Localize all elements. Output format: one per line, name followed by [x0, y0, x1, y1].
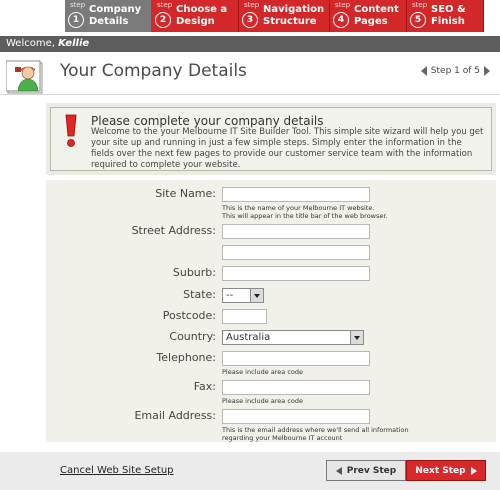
welcome-prefix: Welcome,: [6, 38, 59, 49]
step-number: 5: [410, 12, 426, 28]
country-select[interactable]: Australia: [222, 330, 364, 345]
header-divider: [0, 94, 500, 95]
step-word: step: [335, 1, 351, 9]
country-label: Country:: [169, 330, 216, 343]
email-hint-2: regarding your Melbourne IT account: [222, 434, 343, 442]
step-word: step: [157, 1, 173, 9]
company-details-form: Site Name: This is the name of your Melb…: [46, 180, 496, 442]
left-triangle-icon[interactable]: [420, 66, 427, 76]
step-number: 4: [333, 12, 349, 28]
step-tab-company-details[interactable]: step 1 Company Details: [65, 0, 152, 32]
step-number: 1: [68, 12, 84, 28]
telephone-label: Telephone:: [156, 351, 216, 364]
wizard-footer: Cancel Web Site Setup Prev Step Next Ste…: [0, 452, 500, 490]
info-notice: Please complete your company details Wel…: [46, 103, 496, 175]
state-select[interactable]: --: [222, 288, 264, 303]
site-name-label: Site Name:: [155, 187, 216, 200]
suburb-input[interactable]: [222, 266, 370, 281]
prev-step-button[interactable]: Prev Step: [326, 460, 406, 481]
step-word: step: [70, 1, 86, 9]
street-address-input-2[interactable]: [222, 245, 370, 260]
user-avatar-icon: [5, 59, 50, 95]
step-label: Content Pages: [354, 4, 399, 27]
chevron-down-icon[interactable]: [250, 289, 263, 302]
site-name-hint-1: This is the name of your Melbourne IT we…: [222, 204, 375, 212]
welcome-text: Welcome, Kellie: [6, 36, 89, 52]
email-label: Email Address:: [134, 409, 216, 422]
notice-title: Please complete your company details: [91, 114, 324, 128]
step-label: Navigation Structure: [263, 4, 325, 27]
site-name-hint-2: This will appear in the title bar of the…: [222, 212, 388, 220]
step-tab-seo-finish[interactable]: step 5 SEO & Finish: [407, 0, 484, 32]
email-hint-1: This is the email address where we'll se…: [222, 426, 409, 434]
step-tab-content-pages[interactable]: step 4 Content Pages: [330, 0, 407, 32]
fax-hint: Please include area code: [222, 397, 304, 405]
step-navigator: Step 1 of 5: [420, 66, 490, 76]
postcode-input[interactable]: [222, 309, 267, 324]
page-title: Your Company Details: [60, 61, 247, 81]
state-selected-value: --: [226, 290, 234, 301]
next-step-button[interactable]: Next Step: [406, 460, 486, 481]
step-word: step: [244, 1, 260, 9]
step-number: 2: [155, 12, 171, 28]
step-tab-choose-design[interactable]: step 2 Choose a Design: [152, 0, 239, 32]
step-word: step: [412, 1, 428, 9]
prev-step-label: Prev Step: [346, 465, 397, 476]
step-indicator: Step 1 of 5: [430, 66, 480, 76]
right-triangle-icon: [470, 466, 477, 475]
country-selected-value: Australia: [226, 332, 271, 343]
page-header: Your Company Details Step 1 of 5: [0, 52, 500, 95]
step-tab-navigation-structure[interactable]: step 3 Navigation Structure: [239, 0, 330, 32]
info-notice-inner: Please complete your company details Wel…: [50, 107, 492, 171]
welcome-bar: Welcome, Kellie: [0, 36, 500, 52]
welcome-user-name: Kellie: [58, 38, 90, 49]
state-label: State:: [183, 288, 216, 301]
email-input[interactable]: [222, 409, 370, 424]
chevron-down-icon[interactable]: [350, 331, 363, 344]
postcode-label: Postcode:: [162, 309, 216, 322]
fax-input[interactable]: [222, 380, 370, 395]
next-step-label: Next Step: [415, 465, 466, 476]
left-triangle-icon: [335, 466, 342, 475]
fax-label: Fax:: [193, 380, 216, 393]
right-triangle-icon[interactable]: [484, 66, 490, 76]
step-label: SEO & Finish: [431, 4, 466, 27]
step-label: Choose a Design: [176, 4, 228, 27]
telephone-input[interactable]: [222, 351, 370, 366]
cancel-setup-link[interactable]: Cancel Web Site Setup: [60, 465, 174, 476]
telephone-hint: Please include area code: [222, 368, 304, 376]
notice-text: Welcome to the your Melbourne IT Site Bu…: [91, 127, 484, 170]
site-name-input[interactable]: [222, 187, 370, 202]
exclamation-icon: [65, 114, 77, 147]
step-number: 3: [242, 12, 258, 28]
wizard-step-bar: step 1 Company Details step 2 Choose a D…: [0, 0, 500, 36]
street-address-input-1[interactable]: [222, 224, 370, 239]
street-address-label: Street Address:: [131, 224, 216, 237]
suburb-label: Suburb:: [172, 266, 216, 279]
step-label: Company Details: [89, 4, 142, 27]
